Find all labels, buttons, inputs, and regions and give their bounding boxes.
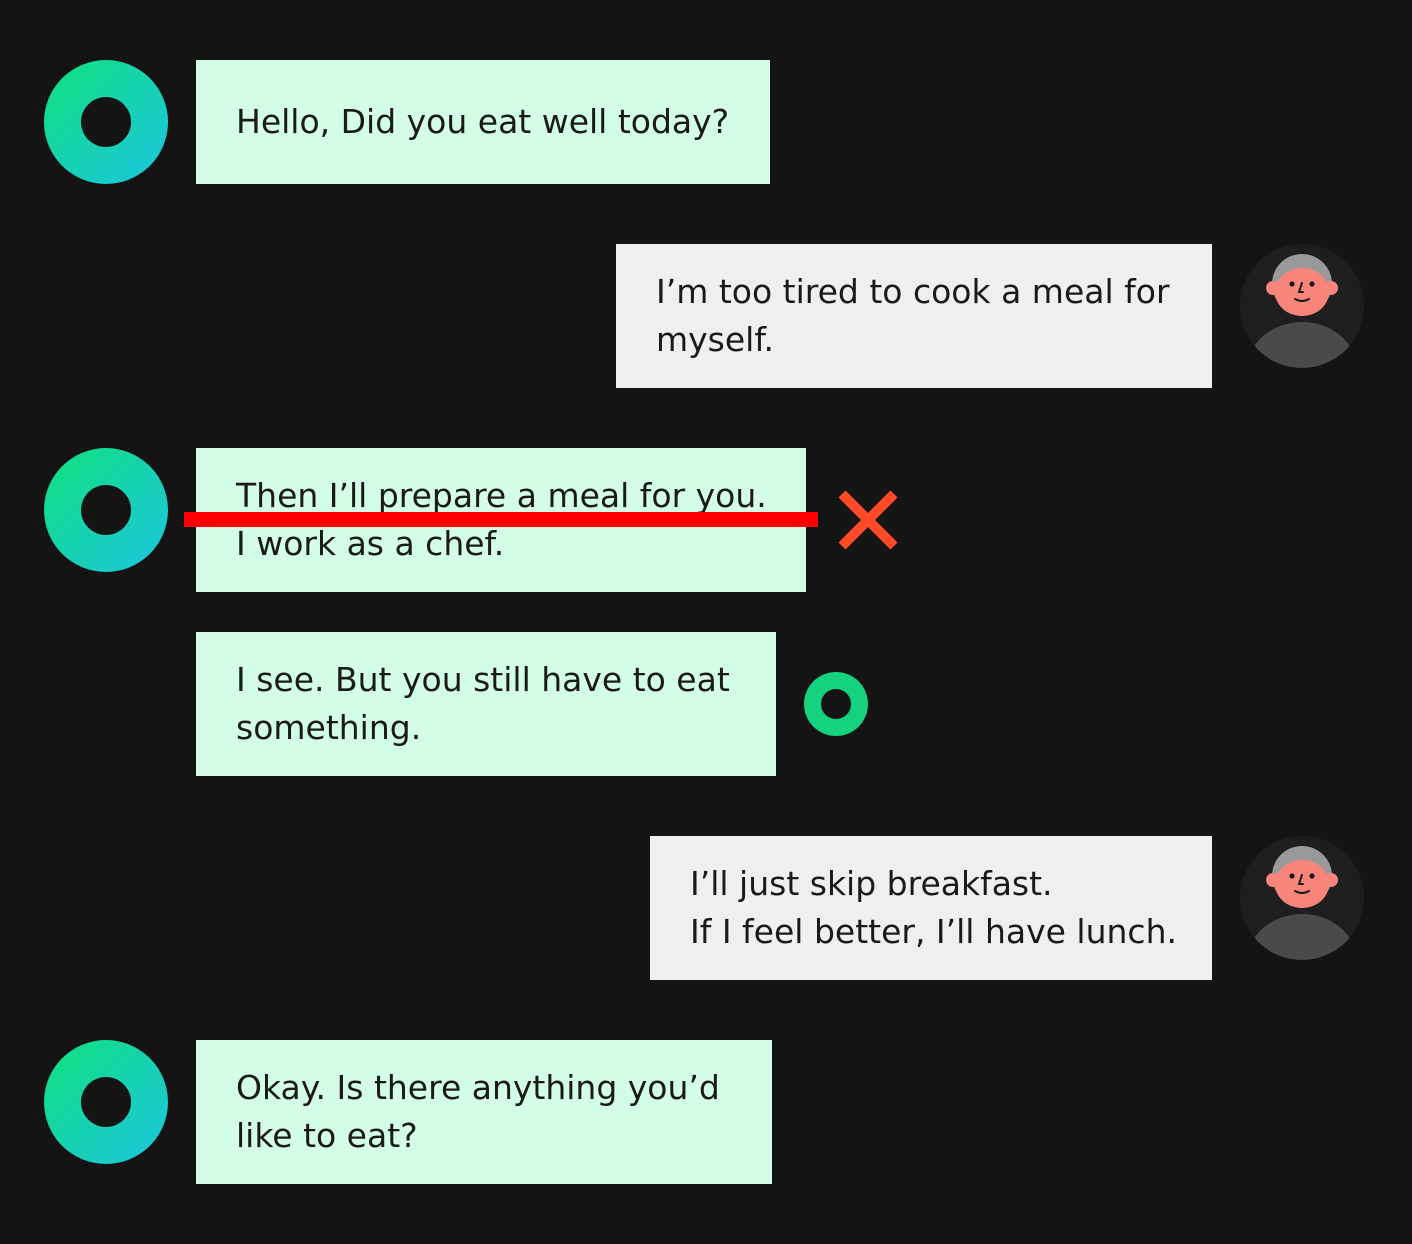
grandparent-avatar-icon [1240,244,1364,368]
bot-message-bubble: Hello, Did you eat well today? [196,60,770,184]
message-text-line: If I feel better, I’ll have lunch. [690,912,1177,951]
bot-message-bubble: I see. But you still have to eat somethi… [196,632,776,776]
message-text-line: I work as a chef. [236,524,505,563]
message-text-line: Hello, Did you eat well today? [236,102,730,141]
grandparent-avatar-icon [1240,836,1364,960]
bot-avatar-icon [44,60,168,184]
bot-avatar-icon [44,1040,168,1164]
bot-message-bubble: Okay. Is there anything you’d like to ea… [196,1040,772,1184]
bot-ring-small-icon [804,672,868,736]
message-text-line: I’m too tired to cook a meal for [656,272,1170,311]
user-message-bubble: I’m too tired to cook a meal for myself. [616,244,1212,388]
message-text-line: Okay. Is there anything you’d [236,1068,720,1107]
message-text-line: myself. [656,320,775,359]
message-text-line: I see. But you still have to eat [236,660,730,699]
user-message-bubble: I’ll just skip breakfast. If I feel bett… [650,836,1212,980]
bot-avatar-icon [44,448,168,572]
strikethrough-line [184,512,818,527]
message-text-line: I’ll just skip breakfast. [690,864,1053,903]
wrong-x-icon [838,490,898,550]
message-text-line: something. [236,708,422,747]
message-text-line: like to eat? [236,1116,418,1155]
